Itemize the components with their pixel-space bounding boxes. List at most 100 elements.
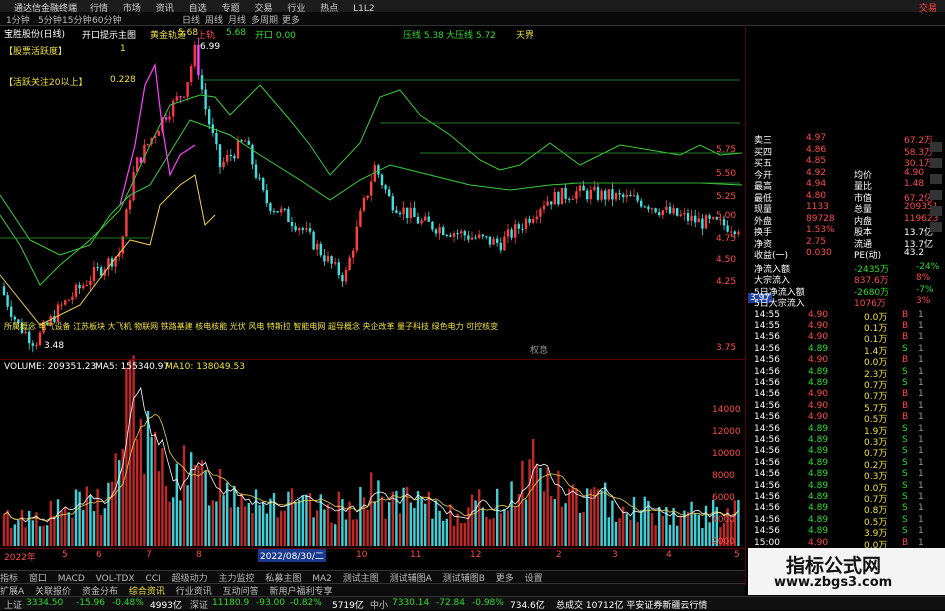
volume-bar bbox=[28, 510, 31, 546]
volume-bar bbox=[391, 491, 394, 546]
volume-bar bbox=[665, 506, 668, 546]
candle-body bbox=[355, 226, 358, 251]
candle-body bbox=[316, 243, 319, 250]
volume-bar bbox=[251, 513, 254, 546]
quote-value: 1133 bbox=[806, 202, 829, 212]
attention-label: 【活跃关注20以上】 bbox=[4, 78, 88, 88]
tick-count: 1 bbox=[918, 389, 924, 400]
volume-bar bbox=[211, 500, 214, 546]
candle-body bbox=[424, 216, 427, 221]
tick-count: 1 bbox=[918, 514, 924, 525]
volume-bar bbox=[629, 519, 632, 546]
candle-body bbox=[71, 296, 74, 300]
volume-tick: 12000 bbox=[712, 427, 741, 437]
tick-count: 1 bbox=[918, 491, 924, 502]
volume-bar bbox=[679, 516, 682, 546]
concept-list: 所属概念 电气设备 江苏板块 大飞机 物联网 铁路基建 核电核能 光伏 风电 特… bbox=[4, 322, 499, 331]
sh-index-name[interactable]: 上证 bbox=[4, 598, 22, 611]
tick-side: S bbox=[902, 526, 908, 537]
candle-body bbox=[146, 144, 150, 146]
sidebar-icon[interactable] bbox=[930, 158, 942, 168]
volume-bar bbox=[690, 501, 693, 546]
sidebar-icon[interactable] bbox=[930, 174, 942, 184]
candle-body bbox=[254, 164, 258, 178]
candle-body bbox=[622, 194, 625, 198]
volume-bar bbox=[92, 511, 96, 546]
tick-price: 4.89 bbox=[808, 366, 829, 377]
volume-bar bbox=[344, 519, 348, 546]
sidebar-icon[interactable] bbox=[930, 142, 942, 152]
kline-chart-area[interactable]: 宝胜股份(日线) 开口提示主图 黄金轨道 5.68 上轨 5.68 开口 0.0… bbox=[0, 25, 773, 563]
candle-body bbox=[636, 195, 639, 201]
zx-index-amount: 734.6亿 bbox=[510, 601, 545, 611]
candle-body bbox=[290, 222, 294, 227]
volume-bar bbox=[287, 491, 290, 546]
volume-bar bbox=[294, 501, 297, 546]
volume-bar bbox=[413, 507, 416, 546]
candle-body bbox=[402, 207, 405, 215]
candle-body bbox=[391, 196, 394, 211]
volume-bar bbox=[244, 506, 247, 546]
volume-bar bbox=[114, 453, 117, 546]
sz-index-name[interactable]: 深证 bbox=[190, 598, 208, 611]
tick-time: 14:56 bbox=[754, 457, 780, 468]
candle-body bbox=[132, 171, 135, 201]
news-ticker[interactable]: 总成交 10712亿 平安证券新疆云行情 bbox=[556, 598, 707, 611]
candle-body bbox=[200, 75, 204, 90]
tick-count: 1 bbox=[918, 412, 924, 423]
candle-body bbox=[557, 192, 560, 205]
right-icon-strip bbox=[930, 140, 945, 238]
tick-side: S bbox=[902, 491, 908, 502]
sidebar-icon[interactable] bbox=[930, 190, 942, 200]
volume-bar bbox=[301, 495, 304, 546]
candle-body bbox=[164, 117, 168, 120]
volume-bar bbox=[704, 505, 708, 546]
volume-bar bbox=[661, 515, 664, 546]
volume-bar bbox=[352, 519, 355, 546]
tick-side: B bbox=[902, 309, 909, 320]
candle-body bbox=[312, 231, 315, 250]
candle-body bbox=[542, 205, 546, 210]
tick-time: 14:56 bbox=[754, 480, 780, 491]
volume-bar bbox=[56, 499, 60, 546]
candle-body bbox=[125, 209, 128, 237]
tick-time: 14:56 bbox=[754, 526, 780, 537]
volume-bar bbox=[542, 491, 546, 546]
candle-body bbox=[607, 189, 610, 200]
volume-bar bbox=[168, 501, 171, 546]
tianjie-label: 天界 bbox=[516, 31, 535, 41]
sidebar-icon[interactable] bbox=[930, 222, 942, 232]
sz-index-value: 11180.9 bbox=[212, 598, 250, 608]
volume-bar bbox=[222, 495, 225, 546]
volume-bar bbox=[676, 525, 679, 546]
candle-body bbox=[175, 96, 178, 101]
volume-bar bbox=[420, 497, 423, 546]
upper-rail-label: 上轨 bbox=[197, 31, 216, 41]
tick-time: 14:56 bbox=[754, 343, 780, 354]
volume-bar bbox=[564, 503, 567, 546]
candle-body bbox=[553, 192, 556, 205]
volume-bar bbox=[172, 497, 175, 546]
zx-index-name[interactable]: 中小 bbox=[370, 598, 388, 611]
volume-bar bbox=[434, 500, 438, 546]
candle-body bbox=[67, 299, 70, 301]
tick-time: 14:56 bbox=[754, 377, 780, 388]
volume-bar bbox=[215, 501, 218, 546]
volume-bar bbox=[334, 524, 337, 546]
date-tick: 7 bbox=[146, 550, 152, 560]
volume-bar bbox=[2, 514, 6, 546]
candle-body bbox=[614, 193, 618, 200]
volume-bar bbox=[546, 467, 549, 546]
volume-bar bbox=[560, 506, 564, 546]
candle-body bbox=[434, 229, 438, 234]
sidebar-icon[interactable] bbox=[930, 206, 942, 216]
candle-body bbox=[215, 132, 218, 145]
volume-bar bbox=[17, 520, 20, 546]
zx-index-pct: -0.98% bbox=[472, 598, 504, 608]
volume-bar bbox=[13, 524, 16, 546]
volume-bar bbox=[157, 471, 160, 546]
low-price-label: 3.48 bbox=[44, 341, 65, 351]
candle-body bbox=[708, 215, 711, 219]
candle-body bbox=[686, 213, 690, 221]
candle-body bbox=[737, 232, 740, 234]
